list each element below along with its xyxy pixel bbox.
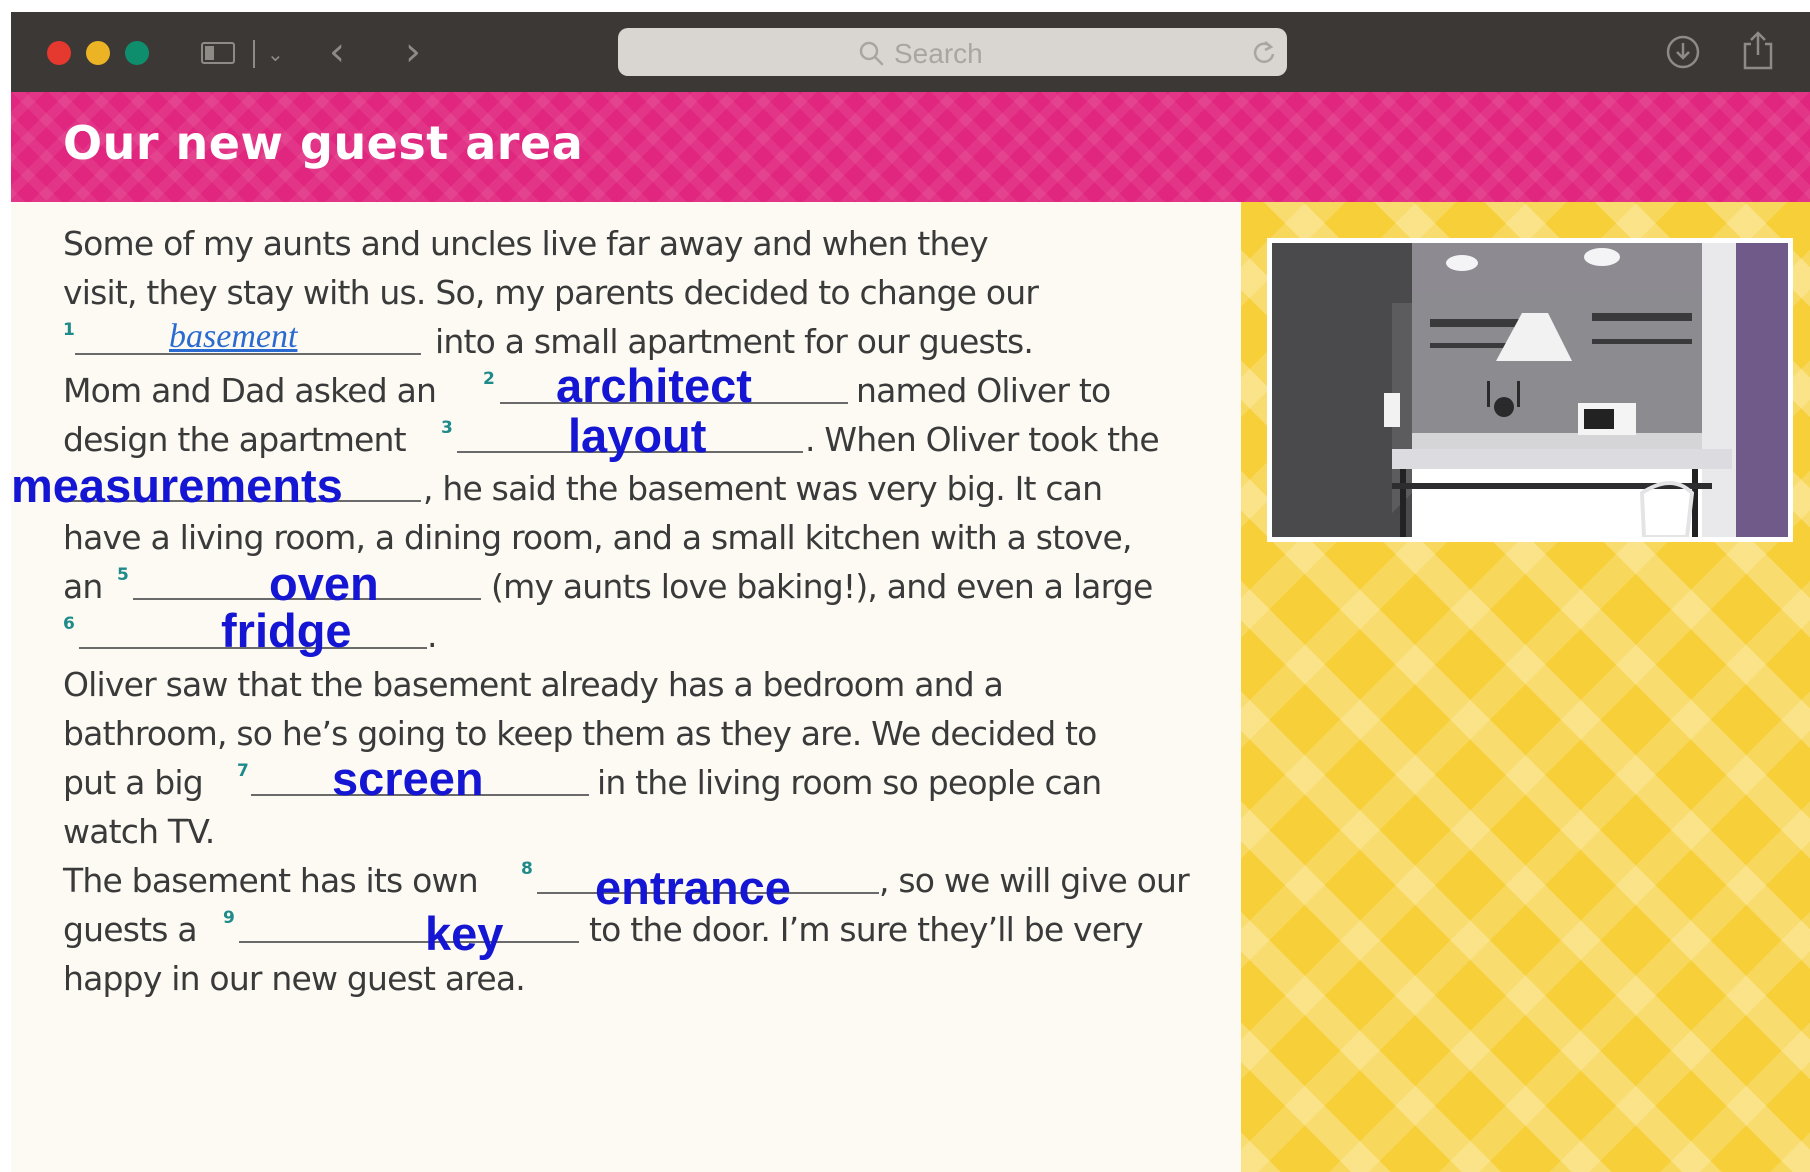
text-line-12: put a big [63,763,204,802]
kitchen-photo [1267,238,1793,542]
chevron-down-icon[interactable]: ⌄ [267,42,284,66]
share-icon[interactable] [1741,30,1775,70]
gap-number-6: 6 [63,614,75,634]
gap-answer-1[interactable]: basement [169,320,297,354]
gap-number-9: 9 [223,908,235,928]
text-line-11: bathroom, so he’s going to keep them as … [63,714,1097,753]
text-line-12-end: in the living room so people can [597,763,1102,802]
zoom-window-button[interactable] [125,41,149,65]
text-line-13: watch TV. [63,812,215,851]
text-line-10: Oliver saw that the basement already has… [63,665,1004,704]
gap-answer-9[interactable]: key [425,910,503,957]
side-panel [1241,202,1810,1172]
title-banner: Our new guest area [11,92,1810,202]
page-title: Our new guest area [63,116,584,170]
text-line-1: Some of my aunts and uncles live far awa… [63,224,989,263]
minimize-window-button[interactable] [86,41,110,65]
gap-answer-3[interactable]: layout [568,412,706,459]
search-placeholder: Search [894,38,983,69]
gap-number-1: 1 [63,320,75,340]
text-line-8-end: (my aunts love baking!), and even a larg… [491,567,1153,606]
text-line-16: happy in our new guest area. [63,959,526,998]
text-line-15: guests a [63,910,198,949]
gap-answer-7[interactable]: screen [332,755,484,802]
back-button[interactable]: ‹ [329,32,345,72]
download-icon[interactable] [1665,34,1701,70]
gap-number-7: 7 [237,761,249,781]
browser-toolbar: ⌄ ‹ › Search [11,12,1810,92]
text-line-14-end: , so we will give our [879,861,1190,900]
text-line-5-end: . When Oliver took the [805,420,1160,459]
gap-answer-8[interactable]: entrance [595,864,791,911]
reload-icon[interactable] [1251,38,1277,66]
gap-number-3: 3 [441,418,453,438]
text-line-14: The basement has its own [63,861,479,900]
sidebar-icon[interactable] [201,42,239,66]
gap-line-9 [239,941,579,943]
gap-answer-6[interactable]: fridge [221,607,352,654]
browser-window: ⌄ ‹ › Search Our new guest area Some of … [11,12,1810,1172]
text-line-2: visit, they stay with us. So, my parents… [63,273,1039,312]
text-line-8: an [63,567,103,606]
text-line-7: have a living room, a dining room, and a… [63,518,1132,557]
text-line-4: Mom and Dad asked an [63,371,437,410]
text-line-9-end: . [427,616,437,655]
forward-button[interactable]: › [405,32,421,72]
gap-number-8: 8 [521,859,533,879]
gap-answer-4[interactable]: measurements [11,462,343,509]
toolbar-divider [253,40,255,68]
text-line-15-end: to the door. I’m sure they’ll be very [589,910,1144,949]
search-icon [859,41,884,66]
gap-answer-5[interactable]: oven [269,560,379,607]
gap-number-2: 2 [483,369,495,389]
search-input[interactable]: Search [618,28,1287,76]
text-line-5: design the apartment [63,420,407,459]
gap-answer-2[interactable]: architect [556,362,752,409]
article-text: Some of my aunts and uncles live far awa… [11,202,1241,1172]
text-line-6: , he said the basement was very big. It … [423,469,1103,508]
text-line-3: into a small apartment for our guests. [435,322,1034,361]
close-window-button[interactable] [47,41,71,65]
text-line-4-end: named Oliver to [856,371,1111,410]
gap-number-5: 5 [117,565,129,585]
